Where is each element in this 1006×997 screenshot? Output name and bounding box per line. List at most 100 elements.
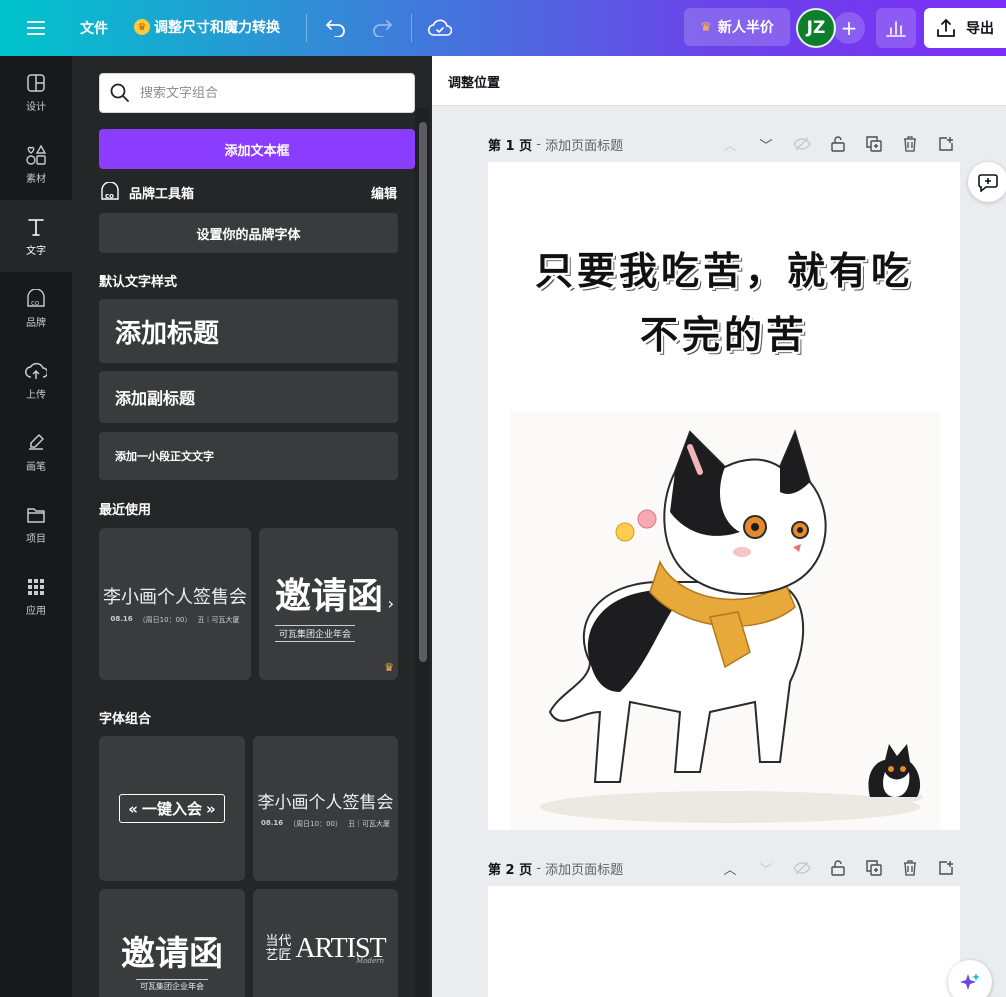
brush-icon	[25, 432, 47, 454]
headline-line-2[interactable]: 不完的苦	[488, 304, 960, 359]
undo-icon[interactable]	[322, 14, 350, 42]
lock-icon[interactable]	[826, 856, 850, 880]
brand-toolkit-label: 品牌工具箱	[129, 186, 195, 202]
template-meta: 08.16 （周日10：00） 丑｜可瓦大厦	[111, 615, 240, 625]
rail-label: 上传	[26, 389, 46, 401]
combo-invite[interactable]: 邀请函 可瓦集团企业年会	[99, 889, 245, 997]
chevron-up-icon[interactable]: ︿	[718, 132, 742, 156]
duplicate-icon[interactable]	[862, 132, 886, 156]
combo-signing[interactable]: 李小画个人签售会 08.16 （周日10：00） 丑｜可瓦大厦	[253, 736, 398, 881]
rail-item-brand[interactable]: co 品牌	[0, 272, 72, 344]
shapes-icon	[25, 144, 47, 166]
recent-template-invite[interactable]: 邀请函 可瓦集团企业年会 › ♛	[259, 528, 398, 680]
svg-text:co: co	[105, 192, 114, 200]
rail-item-design[interactable]: 设计	[0, 56, 72, 128]
rail-label: 品牌	[26, 317, 46, 329]
headline-line-1[interactable]: 只要我吃苦，就有吃	[488, 240, 960, 295]
template-subtitle: 可瓦集团企业年会	[136, 978, 208, 993]
plus-icon[interactable]: +	[833, 12, 865, 44]
eye-hide-icon[interactable]	[790, 132, 814, 156]
chevron-down-icon[interactable]: ﹀	[754, 856, 778, 880]
position-button[interactable]: 调整位置	[448, 72, 500, 91]
eye-hide-icon[interactable]	[790, 856, 814, 880]
trash-icon[interactable]	[898, 132, 922, 156]
rail-label: 设计	[26, 101, 46, 113]
brand-icon: co	[101, 182, 119, 200]
search-input[interactable]	[140, 85, 390, 101]
page-separator: -	[532, 860, 546, 876]
page-1-canvas[interactable]: 只要我吃苦，就有吃 不完的苦	[488, 162, 960, 830]
half-price-label: 新人半价	[717, 20, 774, 36]
page-2-canvas[interactable]	[488, 886, 960, 997]
template-meta: 08.16 （周日10：00） 丑｜可瓦大厦	[261, 819, 390, 829]
redo-icon[interactable]	[368, 14, 396, 42]
context-toolbar: 调整位置	[432, 56, 1006, 106]
resize-magic-switch-button[interactable]: ♛ 调整尺寸和魔力转换	[134, 17, 280, 37]
combo-one-click[interactable]: «一键入会»	[99, 736, 245, 881]
comment-add-icon[interactable]	[968, 162, 1006, 202]
magic-sparkle-icon[interactable]	[948, 960, 992, 997]
set-brand-font-button[interactable]: 设置你的品牌字体	[99, 213, 398, 253]
left-rail: 设计 素材 文字 co 品牌 上传 画笔 项目 应用	[0, 56, 72, 997]
brand-edit-link[interactable]: 编辑	[371, 183, 397, 202]
trash-icon[interactable]	[898, 856, 922, 880]
rail-label: 画笔	[26, 461, 46, 473]
template-title: 邀请函	[121, 933, 223, 974]
cloud-sync-icon[interactable]	[426, 14, 454, 42]
double-chevron-left-icon: «	[128, 799, 138, 818]
add-body-text-button[interactable]: 添加一小段正文文字	[99, 432, 398, 480]
export-label: 导出	[966, 21, 994, 37]
lock-icon[interactable]	[826, 132, 850, 156]
add-heading-button[interactable]: 添加标题	[99, 299, 398, 363]
half-price-button[interactable]: ♛ 新人半价	[684, 8, 790, 46]
hamburger-menu-icon[interactable]	[22, 16, 50, 40]
page-1-header: 第 1 页 - 添加页面标题 ︿ ﹀	[488, 132, 960, 156]
duplicate-icon[interactable]	[862, 856, 886, 880]
rail-item-draw[interactable]: 画笔	[0, 416, 72, 488]
divider	[411, 14, 412, 42]
template-day: （周日10：00）	[289, 820, 342, 828]
rail-item-elements[interactable]: 素材	[0, 128, 72, 200]
rail-label: 素材	[26, 173, 46, 185]
bar-chart-icon[interactable]	[876, 8, 916, 48]
page-2-header: 第 2 页 - 添加页面标题 ︿ ﹀	[488, 856, 960, 880]
rail-label: 文字	[26, 245, 46, 257]
folder-icon	[25, 504, 47, 526]
rail-item-text[interactable]: 文字	[0, 200, 72, 272]
template-venue: 丑｜可瓦大厦	[197, 616, 240, 624]
page-label: 第 2 页	[488, 862, 533, 878]
page-title-input[interactable]: 添加页面标题	[545, 859, 623, 878]
rail-item-upload[interactable]: 上传	[0, 344, 72, 416]
add-page-icon[interactable]	[934, 132, 958, 156]
text-panel: 添加文本框 co 品牌工具箱 编辑 设置你的品牌字体 默认文字样式 添加标题 添…	[72, 56, 432, 997]
chevron-right-icon[interactable]: ›	[388, 594, 394, 613]
template-title: 李小画个人签售会	[257, 793, 394, 813]
chevron-down-icon[interactable]: ﹀	[754, 132, 778, 156]
page-label: 第 1 页	[488, 138, 533, 154]
template-date: 08.16	[261, 819, 284, 827]
panel-scrollbar[interactable]	[415, 108, 430, 997]
resize-label: 调整尺寸和魔力转换	[154, 20, 280, 36]
add-textbox-button[interactable]: 添加文本框	[99, 129, 415, 169]
avatar[interactable]: JZ	[796, 8, 836, 48]
page-title-input[interactable]: 添加页面标题	[545, 135, 623, 154]
default-styles-title: 默认文字样式	[99, 275, 178, 290]
recent-template-signing[interactable]: 李小画个人签售会 08.16 （周日10：00） 丑｜可瓦大厦	[99, 528, 251, 680]
scrollbar-thumb[interactable]	[419, 122, 427, 662]
combo-label: 一键入会	[141, 800, 202, 818]
rail-item-apps[interactable]: 应用	[0, 560, 72, 632]
combo-artist[interactable]: 当代 艺匠 ARTIST Modern	[253, 889, 398, 997]
grid-apps-icon	[25, 576, 47, 598]
template-day: （周日10：00）	[138, 616, 192, 624]
file-menu-button[interactable]: 文件	[80, 18, 108, 38]
add-page-icon[interactable]	[934, 856, 958, 880]
template-script: Modern	[356, 957, 384, 965]
export-button[interactable]: 导出	[924, 8, 1006, 48]
font-combos-title: 字体组合	[99, 712, 152, 727]
cat-illustration[interactable]	[510, 412, 940, 830]
rail-label: 项目	[26, 533, 46, 545]
chevron-up-icon[interactable]: ︿	[718, 856, 742, 880]
rail-item-projects[interactable]: 项目	[0, 488, 72, 560]
upload-icon	[937, 19, 955, 37]
add-subheading-button[interactable]: 添加副标题	[99, 371, 398, 423]
